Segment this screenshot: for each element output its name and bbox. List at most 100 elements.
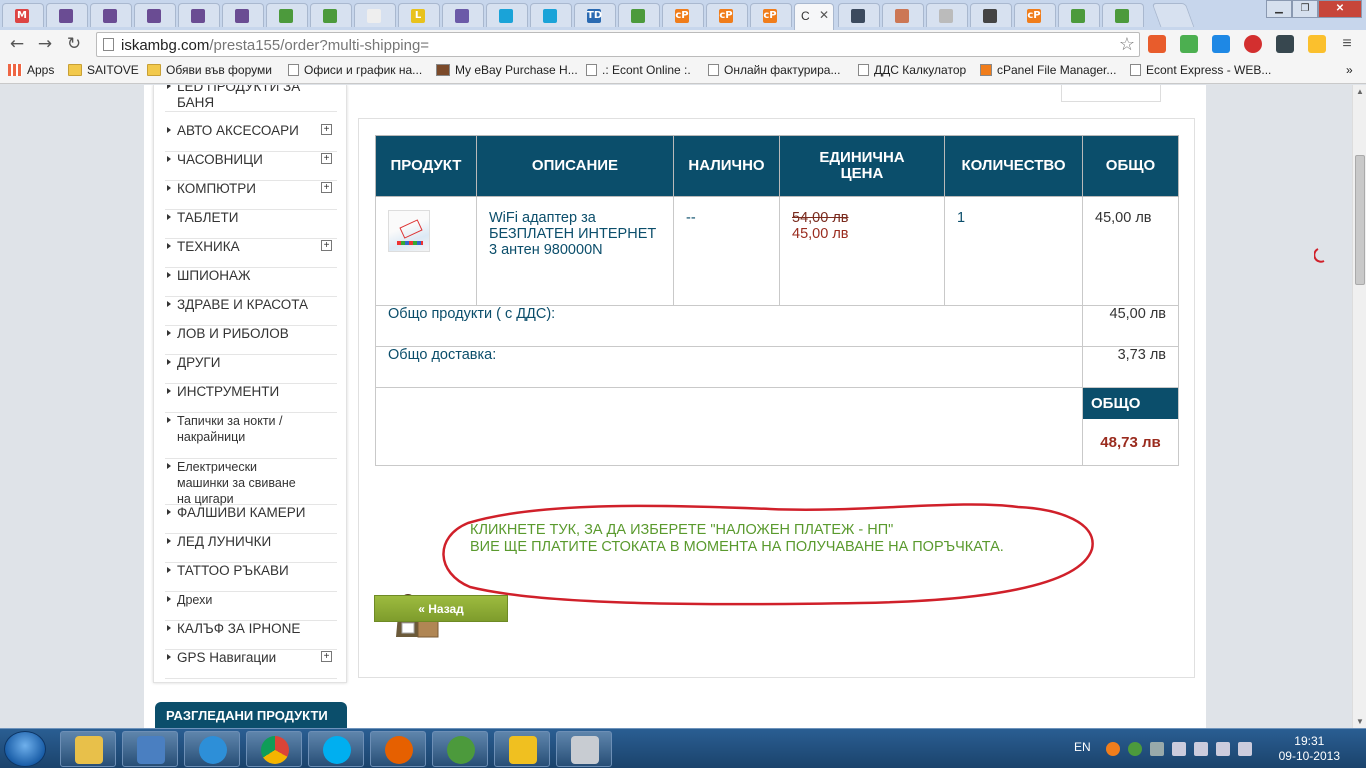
sidebar-category-item[interactable]: ЗДРАВЕ И КРАСОТА [165, 297, 337, 326]
menu-icon[interactable]: ≡ [1338, 35, 1356, 53]
app-taskbar-button-2[interactable] [494, 731, 550, 767]
expand-plus-icon[interactable]: + [321, 182, 332, 193]
sidebar-category-item[interactable]: ЛОВ И РИБОЛОВ [165, 326, 337, 355]
browser-tab[interactable] [926, 3, 968, 27]
explorer-taskbar-button[interactable] [60, 731, 116, 767]
extension-icon[interactable] [1148, 35, 1166, 53]
browser-tab[interactable] [530, 3, 572, 27]
browser-tab[interactable]: M [2, 3, 44, 27]
browser-tab[interactable] [134, 3, 176, 27]
product-thumbnail[interactable] [388, 210, 430, 252]
chrome-taskbar-button[interactable] [246, 731, 302, 767]
app-taskbar-button[interactable] [122, 731, 178, 767]
language-indicator[interactable]: EN [1074, 740, 1091, 754]
scrollbar-thumb[interactable] [1355, 155, 1365, 285]
bookmark-item[interactable]: ДДС Калкулатор [858, 63, 966, 77]
active-browser-tab[interactable]: C ✕ [794, 3, 834, 30]
utorrent-tray-icon[interactable] [1128, 742, 1142, 756]
bookmark-item[interactable]: Онлайн фактурира... [708, 63, 840, 77]
browser-tab[interactable] [46, 3, 88, 27]
sidebar-category-item[interactable]: ТЕХНИКА + [165, 239, 337, 268]
expand-plus-icon[interactable]: + [321, 124, 332, 135]
browser-tab[interactable] [310, 3, 352, 27]
utorrent-taskbar-button[interactable] [432, 731, 488, 767]
expand-plus-icon[interactable]: + [321, 153, 332, 164]
scroll-down-icon[interactable]: ▼ [1353, 717, 1366, 726]
clock[interactable]: 19:31 09-10-2013 [1279, 734, 1340, 764]
browser-tab[interactable] [970, 3, 1012, 27]
close-window-button[interactable]: ✕ [1318, 0, 1362, 18]
sidebar-category-item[interactable]: ФАЛШИВИ КАМЕРИ [165, 505, 337, 534]
sidebar-category-item[interactable]: ТАБЛЕТИ [165, 210, 337, 239]
more-bookmarks-icon[interactable]: » [1346, 63, 1353, 77]
browser-tab[interactable]: cP [750, 3, 792, 27]
browser-tab[interactable] [618, 3, 660, 27]
back-button[interactable]: « Назад [374, 595, 508, 622]
back-arrow-icon[interactable]: ← [6, 34, 28, 54]
sidebar-category-item[interactable]: Дрехи [165, 592, 337, 621]
browser-tab[interactable]: cP [662, 3, 704, 27]
browser-tab[interactable] [882, 3, 924, 27]
expand-plus-icon[interactable]: + [321, 651, 332, 662]
browser-tab[interactable]: L [398, 3, 440, 27]
download-icon[interactable] [1212, 35, 1230, 53]
star-extension-icon[interactable] [1308, 35, 1326, 53]
bookmark-item[interactable]: Apps [8, 63, 54, 77]
bookmark-item[interactable]: SAITOVE [68, 63, 139, 77]
skype-taskbar-button[interactable] [308, 731, 364, 767]
browser-tab[interactable] [266, 3, 308, 27]
browser-tab[interactable]: TD [574, 3, 616, 27]
volume-icon[interactable] [1238, 742, 1252, 756]
browser-tab[interactable] [354, 3, 396, 27]
scroll-up-icon[interactable]: ▲ [1353, 87, 1366, 96]
new-tab-button[interactable] [1151, 3, 1195, 27]
browser-tab[interactable] [838, 3, 880, 27]
bookmark-item[interactable]: Обяви във форуми [147, 63, 272, 77]
power-icon[interactable] [1216, 742, 1230, 756]
browser-tab[interactable] [1058, 3, 1100, 27]
sidebar-category-item[interactable]: ТАТТОО РЪКАВИ [165, 563, 337, 592]
sidebar-category-item[interactable]: ЛЕД ЛУНИЧКИ [165, 534, 337, 563]
download-arrow-icon[interactable] [1180, 35, 1198, 53]
start-button[interactable] [4, 731, 46, 767]
forward-arrow-icon[interactable]: → [34, 34, 56, 54]
browser-tab[interactable] [222, 3, 264, 27]
browser-tab[interactable]: cP [706, 3, 748, 27]
sidebar-category-item[interactable]: GPS Навигации + [165, 650, 337, 679]
browser-tab[interactable] [1102, 3, 1144, 27]
maximize-button[interactable]: ❐ [1292, 0, 1318, 18]
sidebar-category-item[interactable]: АВТО АКСЕСОАРИ + [165, 123, 337, 152]
page-scrollbar[interactable]: ▲ ▼ [1352, 85, 1366, 728]
bookmark-item[interactable]: Econt Express - WEB... [1130, 63, 1271, 77]
adblock-icon[interactable] [1244, 35, 1262, 53]
browser-tab[interactable] [178, 3, 220, 27]
expand-plus-icon[interactable]: + [321, 240, 332, 251]
browser-tab[interactable] [486, 3, 528, 27]
sidebar-category-item[interactable]: LED ПРОДУКТИ ЗА БАНЯ [165, 85, 337, 112]
network-icon[interactable] [1172, 742, 1186, 756]
bookmark-item[interactable]: My eBay Purchase H... [436, 63, 578, 77]
sidebar-category-item[interactable]: ДРУГИ [165, 355, 337, 384]
tray-notification-icon[interactable] [1106, 742, 1120, 756]
sidebar-category-item[interactable]: ЧАСОВНИЦИ + [165, 152, 337, 181]
bookmark-item[interactable]: Офиси и график на... [288, 63, 422, 77]
cloud-icon[interactable] [1276, 35, 1294, 53]
sidebar-category-item[interactable]: КОМПЮТРИ + [165, 181, 337, 210]
browser-tab[interactable] [442, 3, 484, 27]
bookmark-item[interactable]: .: Econt Online :. [586, 63, 691, 77]
firefox-taskbar-button[interactable] [370, 731, 426, 767]
ie-taskbar-button[interactable] [184, 731, 240, 767]
bookmark-item[interactable]: cPanel File Manager... [980, 63, 1116, 77]
browser-tab[interactable]: cP [1014, 3, 1056, 27]
display-tray-icon[interactable] [1150, 742, 1164, 756]
browser-tab[interactable] [90, 3, 132, 27]
address-bar[interactable]: iskambg.com/presta155/order?multi-shippi… [96, 32, 1140, 57]
sidebar-category-item[interactable]: Електрически машинки за свиване на цигар… [165, 459, 337, 506]
action-center-icon[interactable] [1194, 742, 1208, 756]
sidebar-category-item[interactable]: ШПИОНАЖ [165, 268, 337, 297]
close-tab-icon[interactable]: ✕ [819, 8, 829, 22]
sidebar-category-item[interactable]: ИНСТРУМЕНТИ [165, 384, 337, 413]
calculator-taskbar-button[interactable] [556, 731, 612, 767]
cod-payment-link[interactable]: КЛИКНЕТЕ ТУК, ЗА ДА ИЗБЕРЕТЕ "НАЛОЖЕН ПЛ… [470, 522, 1004, 556]
reload-icon[interactable]: ↻ [63, 34, 85, 54]
